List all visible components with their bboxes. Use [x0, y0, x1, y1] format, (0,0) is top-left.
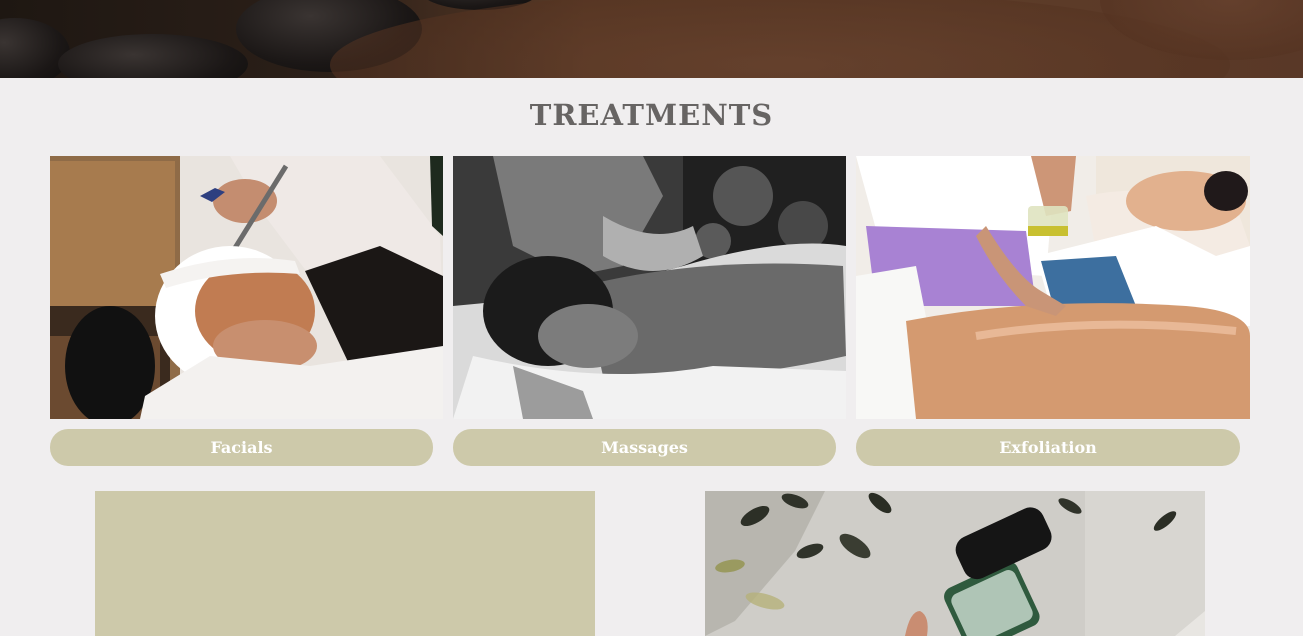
massages-button[interactable]: Massages: [453, 429, 836, 466]
product-jar-image: [705, 491, 1205, 636]
promo-panel: [95, 491, 595, 636]
exfoliation-button[interactable]: Exfoliation: [856, 429, 1240, 466]
massage-treatment-image[interactable]: [453, 156, 846, 419]
section-title: TREATMENTS: [529, 98, 774, 132]
facials-button[interactable]: Facials: [50, 429, 433, 466]
exfoliation-treatment-image[interactable]: [856, 156, 1250, 419]
facial-treatment-image[interactable]: [50, 156, 443, 419]
hero-banner-image: [0, 0, 1303, 78]
